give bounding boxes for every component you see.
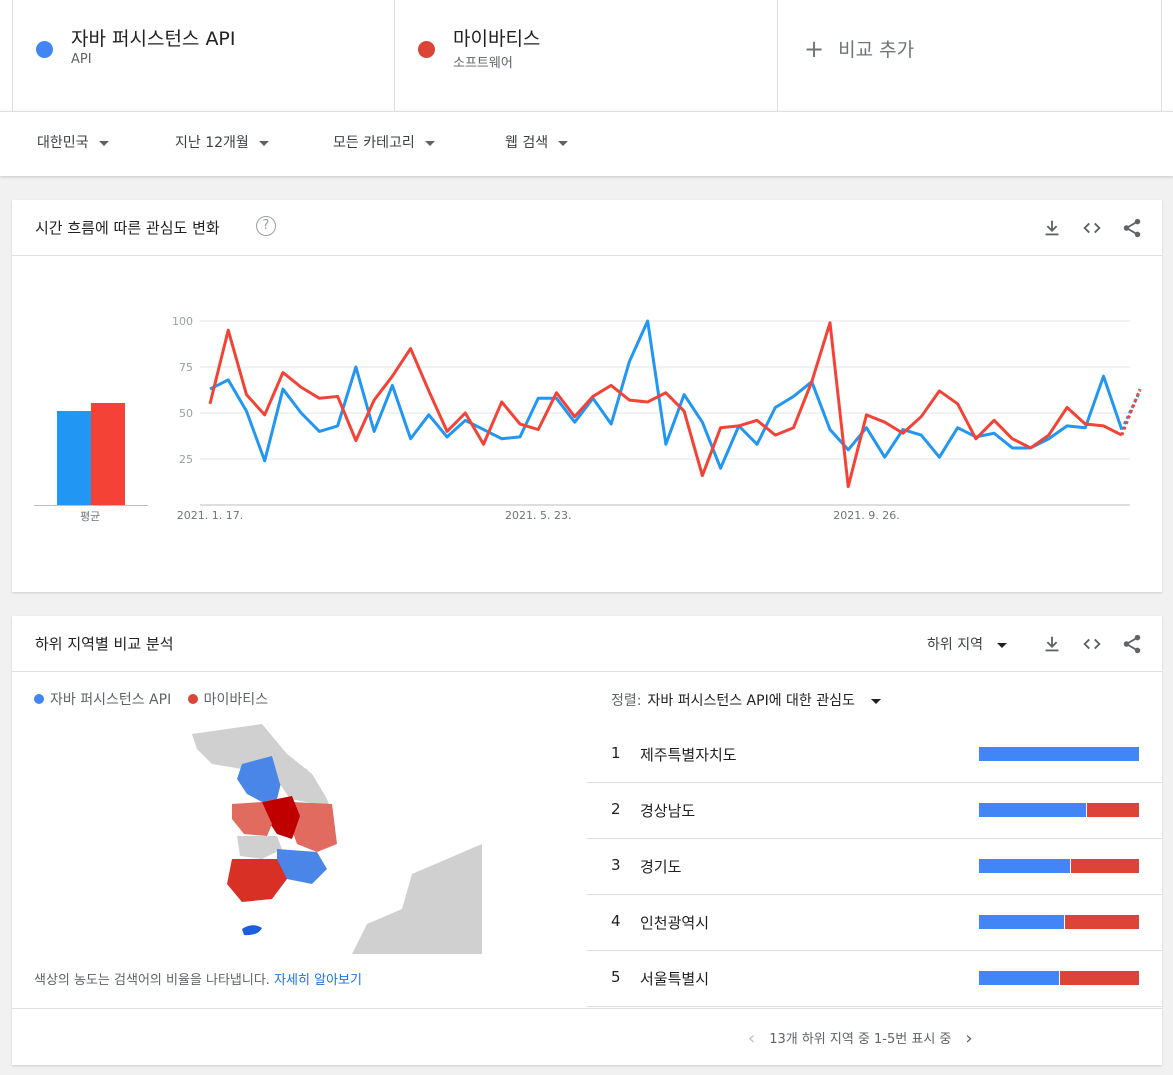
region-rank-list: 1 제주특별자치도 2 경상남도 3 경기도 4 인천광역시 5 서울특별시 xyxy=(587,727,1162,1007)
region-name[interactable]: 경상남도 xyxy=(640,800,695,821)
pager-text: 13개 하위 지역 중 1-5번 표시 중 xyxy=(769,1032,952,1047)
pager-divider xyxy=(12,1008,1162,1009)
table-row[interactable]: 1 제주특별자치도 xyxy=(587,727,1162,783)
map-note: 색상의 농도는 검색어의 비율을 나타냅니다. 자세히 알아보기 xyxy=(34,969,362,988)
share-icon[interactable] xyxy=(1121,217,1143,239)
rank-number: 1 xyxy=(611,744,621,762)
ratio-bar xyxy=(979,859,1139,873)
region-level-select[interactable]: 하위 지역 xyxy=(927,634,1007,654)
ratio-bar xyxy=(979,915,1139,929)
ratio-bar-term-2 xyxy=(1087,803,1139,817)
term-1-type: API xyxy=(71,52,92,67)
card-title: 시간 흐름에 따른 관심도 변화 xyxy=(35,219,220,237)
plus-icon: + xyxy=(804,35,825,63)
region-name[interactable]: 서울특별시 xyxy=(640,968,709,989)
table-row[interactable]: 2 경상남도 xyxy=(587,783,1162,839)
table-row[interactable]: 4 인천광역시 xyxy=(587,895,1162,951)
add-compare-button[interactable]: + 비교 추가 xyxy=(778,0,1162,111)
korea-region-map[interactable] xyxy=(112,724,482,954)
filter-bar: 대한민국 지난 12개월 모든 카테고리 웹 검색 xyxy=(0,111,1173,176)
legend-dot-term-2 xyxy=(187,694,198,704)
term-1-color-dot xyxy=(36,41,53,58)
table-row[interactable]: 3 경기도 xyxy=(587,839,1162,895)
ratio-bar xyxy=(979,971,1139,985)
card-title: 하위 지역별 비교 분석 xyxy=(35,635,174,653)
average-axis xyxy=(34,505,148,506)
ratio-bar-term-2 xyxy=(1064,915,1139,929)
legend-term-1: 자바 퍼시스턴스 API xyxy=(50,692,172,708)
caret-down-icon xyxy=(870,698,881,704)
download-icon[interactable] xyxy=(1041,633,1063,655)
region-filter[interactable]: 대한민국 xyxy=(37,132,109,152)
search-term-2[interactable]: 마이바티스 소프트웨어 xyxy=(395,0,778,111)
card-header: 시간 흐름에 따른 관심도 변화 ? xyxy=(12,200,1162,256)
region-name[interactable]: 인천광역시 xyxy=(640,912,709,933)
download-icon[interactable] xyxy=(1041,217,1063,239)
map-legend: 자바 퍼시스턴스 API 마이바티스 xyxy=(34,689,268,709)
learn-more-link[interactable]: 자세히 알아보기 xyxy=(274,973,362,988)
region-name[interactable]: 제주특별자치도 xyxy=(640,744,737,765)
card-header: 하위 지역별 비교 분석 하위 지역 xyxy=(12,616,1162,672)
ratio-bar-term-1 xyxy=(979,803,1087,817)
ratio-bar-term-1 xyxy=(979,971,1059,985)
caret-down-icon xyxy=(996,642,1007,648)
caret-down-icon xyxy=(424,140,435,146)
map-japan xyxy=(352,844,482,954)
help-icon[interactable]: ? xyxy=(256,216,276,236)
sort-control[interactable]: 정렬: 자바 퍼시스턴스 API에 대한 관심도 xyxy=(611,690,881,710)
map-jeonnam[interactable] xyxy=(227,859,287,902)
rank-number: 2 xyxy=(611,800,621,818)
search-term-1[interactable]: 자바 퍼시스턴스 API API xyxy=(12,0,395,111)
rank-number: 4 xyxy=(611,912,621,930)
term-2-type: 소프트웨어 xyxy=(453,56,513,71)
embed-code-icon[interactable] xyxy=(1081,217,1103,239)
average-bar-term-1 xyxy=(57,411,91,505)
ratio-bar-term-1 xyxy=(979,859,1071,873)
share-icon[interactable] xyxy=(1121,633,1143,655)
sort-value: 자바 퍼시스턴스 API에 대한 관심도 xyxy=(647,693,855,709)
legend-dot-term-1 xyxy=(34,694,44,704)
chevron-right-icon[interactable]: › xyxy=(965,1028,972,1049)
ratio-bar-term-2 xyxy=(1071,859,1139,873)
map-jeonbuk[interactable] xyxy=(237,836,282,859)
compare-bar: 자바 퍼시스턴스 API API 마이바티스 소프트웨어 + 비교 추가 xyxy=(0,0,1173,111)
ratio-bar-term-1 xyxy=(979,915,1064,929)
period-filter[interactable]: 지난 12개월 xyxy=(175,132,269,152)
rank-number: 3 xyxy=(611,856,621,874)
add-compare-label-wrap[interactable]: + 비교 추가 xyxy=(804,34,915,63)
region-filter-label: 대한민국 xyxy=(37,135,89,151)
table-row[interactable]: 5 서울특별시 xyxy=(587,951,1162,1007)
category-filter[interactable]: 모든 카테고리 xyxy=(333,132,435,152)
interest-over-time-card: 시간 흐름에 따른 관심도 변화 ? xyxy=(12,200,1162,592)
caret-down-icon xyxy=(98,140,109,146)
search-type-filter[interactable]: 웹 검색 xyxy=(505,132,569,152)
average-bar-term-2 xyxy=(91,403,125,505)
ratio-bar-term-2 xyxy=(1060,971,1139,985)
caret-down-icon xyxy=(558,140,569,146)
category-filter-label: 모든 카테고리 xyxy=(333,135,415,151)
region-name[interactable]: 경기도 xyxy=(640,856,681,877)
term-1-name[interactable]: 자바 퍼시스턴스 API xyxy=(71,24,236,51)
term-2-color-dot xyxy=(418,41,435,58)
average-label: 평균 xyxy=(80,510,101,523)
rank-number: 5 xyxy=(611,968,621,986)
term-2-name[interactable]: 마이바티스 xyxy=(453,24,540,51)
add-compare-label: 비교 추가 xyxy=(838,39,915,61)
period-filter-label: 지난 12개월 xyxy=(175,135,249,151)
sort-label: 정렬: xyxy=(611,693,642,709)
pager: ‹ 13개 하위 지역 중 1-5번 표시 중 › xyxy=(748,1027,973,1049)
map-jeju[interactable] xyxy=(242,925,262,936)
search-type-filter-label: 웹 검색 xyxy=(505,135,549,151)
ratio-bar xyxy=(979,747,1139,761)
map-note-text: 색상의 농도는 검색어의 비율을 나타냅니다. xyxy=(34,973,270,988)
subregion-card: 하위 지역별 비교 분석 하위 지역 자바 퍼시스턴스 API 마이바티스 색상… xyxy=(12,616,1162,1065)
ratio-bar-term-1 xyxy=(979,747,1139,761)
legend-term-2: 마이바티스 xyxy=(203,692,269,708)
embed-code-icon[interactable] xyxy=(1081,633,1103,655)
chevron-left-icon[interactable]: ‹ xyxy=(748,1028,755,1049)
caret-down-icon xyxy=(258,140,269,146)
region-level-label: 하위 지역 xyxy=(927,637,983,653)
ratio-bar xyxy=(979,803,1139,817)
